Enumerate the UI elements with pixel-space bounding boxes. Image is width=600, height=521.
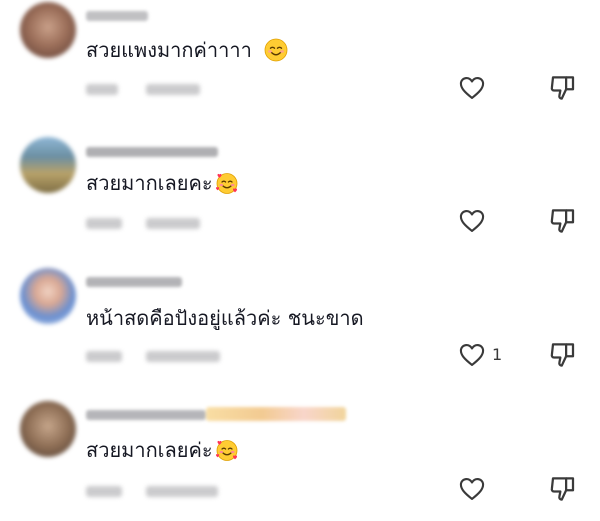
comment-timestamp bbox=[86, 84, 118, 95]
heart-outline-icon[interactable] bbox=[458, 207, 486, 235]
comment-timestamp bbox=[86, 486, 122, 497]
comment-text: หน้าสดคือปังอยู่แล้วค่ะ ชนะขาด bbox=[86, 306, 364, 330]
avatar[interactable] bbox=[20, 137, 76, 193]
comment-item: สวยมากเลยคะ bbox=[0, 125, 600, 255]
avatar[interactable] bbox=[20, 268, 76, 324]
comment-text-content: สวยมากเลยค่ะ bbox=[86, 438, 213, 462]
reply-link[interactable] bbox=[146, 486, 218, 497]
username[interactable] bbox=[86, 277, 182, 287]
heart-outline-icon[interactable] bbox=[458, 475, 486, 503]
comment-text-content: สวยมากเลยคะ bbox=[86, 171, 213, 195]
smiling-face-with-hearts-icon bbox=[215, 440, 238, 461]
thumbs-down-outline-icon[interactable] bbox=[548, 73, 578, 103]
smiling-face-with-hearts-icon bbox=[215, 173, 238, 194]
comment-text: สวยมากเลยคะ bbox=[86, 171, 239, 195]
comment-text-content: หน้าสดคือปังอยู่แล้วค่ะ ชนะขาด bbox=[86, 306, 364, 330]
comment-item: สวยแพงมากค่าาาา bbox=[0, 0, 600, 125]
comment-timestamp bbox=[86, 218, 122, 229]
reply-link[interactable] bbox=[146, 218, 200, 229]
thumbs-down-outline-icon[interactable] bbox=[548, 340, 578, 370]
username[interactable] bbox=[86, 410, 206, 420]
comment-item: หน้าสดคือปังอยู่แล้วค่ะ ชนะขาด 1 bbox=[0, 255, 600, 385]
like-count: 1 bbox=[492, 345, 503, 364]
heart-outline-icon[interactable] bbox=[458, 74, 486, 102]
comment-text-content: สวยแพงมากค่าาาา bbox=[86, 38, 252, 62]
comment-timestamp bbox=[86, 351, 122, 362]
comment-item: สวยมากเลยค่ะ bbox=[0, 385, 600, 521]
avatar[interactable] bbox=[20, 401, 76, 457]
thumbs-down-outline-icon[interactable] bbox=[548, 474, 578, 504]
username-emoji-decoration bbox=[206, 407, 346, 421]
username[interactable] bbox=[86, 147, 218, 157]
comment-text: สวยมากเลยค่ะ bbox=[86, 438, 239, 462]
heart-outline-icon[interactable] bbox=[458, 341, 486, 369]
avatar[interactable] bbox=[20, 2, 76, 58]
reply-link[interactable] bbox=[146, 84, 200, 95]
thumbs-down-outline-icon[interactable] bbox=[548, 206, 578, 236]
reply-link[interactable] bbox=[146, 351, 220, 362]
smiling-face-icon bbox=[264, 38, 288, 62]
username[interactable] bbox=[86, 11, 148, 21]
comment-text: สวยแพงมากค่าาาา bbox=[86, 38, 288, 62]
